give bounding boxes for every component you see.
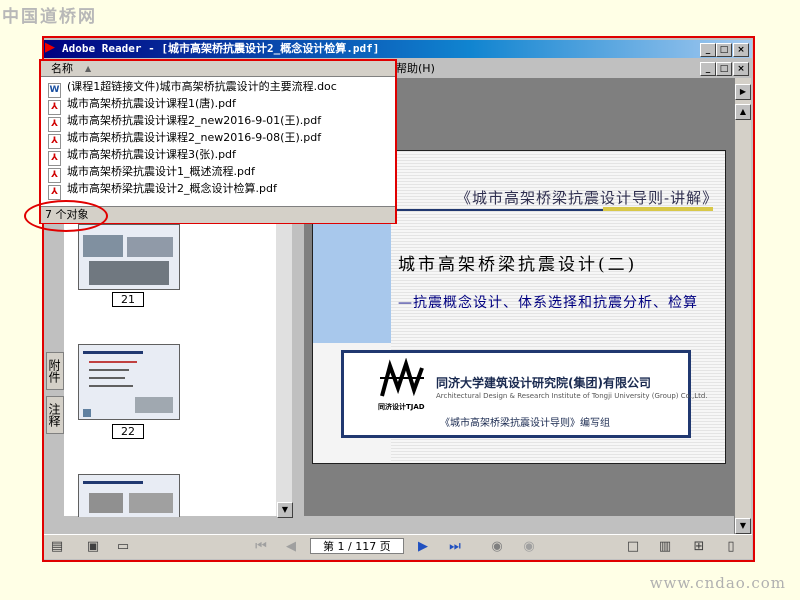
menu-help[interactable]: 帮助(H) bbox=[396, 61, 435, 77]
thumbnail-page-number: 21 bbox=[112, 292, 144, 307]
screen-icon[interactable]: ▣ bbox=[84, 538, 102, 556]
file-name: 城市高架桥抗震设计课程2_new2016-9-01(王).pdf bbox=[67, 114, 322, 127]
file-name: 城市高架桥抗震设计课程1(唐).pdf bbox=[67, 97, 236, 110]
facing-icon[interactable]: ⊞ bbox=[690, 538, 708, 556]
file-item[interactable]: ⅄ 城市高架桥抗震设计课程2_new2016-9-01(王).pdf bbox=[48, 112, 322, 132]
watermark-top: 中国道桥网 bbox=[2, 7, 97, 27]
document-scrollbar[interactable] bbox=[734, 78, 751, 534]
continuous-icon[interactable]: ▥ bbox=[656, 538, 674, 556]
toolbar-expand-icon[interactable]: ▶ bbox=[735, 84, 751, 100]
file-name: (课程1超链接文件)城市高架桥抗震设计的主要流程.doc bbox=[67, 80, 337, 93]
file-name: 城市高架桥抗震设计课程3(张).pdf bbox=[67, 148, 236, 161]
thumbnail-page-22[interactable] bbox=[78, 344, 180, 420]
file-item[interactable]: W (课程1超链接文件)城市高架桥抗震设计的主要流程.doc bbox=[48, 78, 337, 98]
go-back-icon[interactable]: ◉ bbox=[488, 538, 506, 556]
highlight-ellipse bbox=[24, 200, 108, 232]
window-title: Adobe Reader - [城市高架桥抗震设计2_概念设计检算.pdf] bbox=[62, 42, 380, 55]
tab-attachments[interactable]: 附件 bbox=[46, 352, 64, 390]
sort-ascending-icon: ▲ bbox=[85, 64, 92, 73]
tab-comments[interactable]: 注释 bbox=[46, 396, 64, 434]
page-icon[interactable]: ▭ bbox=[114, 538, 132, 556]
file-name: 城市高架桥梁抗震设计1_概述流程.pdf bbox=[67, 165, 255, 178]
compiler-line: 《城市高架桥梁抗震设计导则》编写组 bbox=[440, 418, 610, 429]
column-name-header[interactable]: 名称 bbox=[51, 61, 73, 76]
thumbnail-scrollbar[interactable] bbox=[276, 210, 292, 516]
thumbnail-page-23[interactable] bbox=[78, 474, 180, 517]
thumbnail-page-21[interactable] bbox=[78, 224, 180, 290]
book-icon[interactable]: ▤ bbox=[48, 538, 66, 556]
file-list-header[interactable]: 名称 ▲ bbox=[41, 61, 395, 77]
previous-page-icon[interactable]: ◀ bbox=[282, 538, 300, 556]
last-page-icon[interactable]: ⏭ bbox=[446, 538, 464, 556]
next-page-icon[interactable]: ▶ bbox=[414, 538, 432, 556]
doc-minimize-button[interactable]: _ bbox=[700, 62, 716, 76]
thumb-scroll-down-icon[interactable]: ▼ bbox=[277, 502, 293, 518]
file-item[interactable]: ⅄ 城市高架桥梁抗震设计2_概念设计检算.pdf bbox=[48, 180, 277, 200]
tjad-logo-icon bbox=[376, 358, 428, 400]
page-number-input[interactable]: 第 1 / 117 页 bbox=[310, 538, 404, 554]
scroll-up-icon[interactable]: ▲ bbox=[735, 104, 751, 120]
slide-heading: 城市高架桥梁抗震设计(二) bbox=[398, 255, 638, 275]
go-forward-icon[interactable]: ◉ bbox=[520, 538, 538, 556]
minimize-button[interactable]: _ bbox=[700, 43, 716, 57]
close-button[interactable]: × bbox=[733, 43, 749, 57]
continuous-facing-icon[interactable]: ▯ bbox=[722, 538, 740, 556]
single-page-icon[interactable]: □ bbox=[624, 538, 642, 556]
thumbnail-page-number: 22 bbox=[112, 424, 144, 439]
file-name: 城市高架桥梁抗震设计2_概念设计检算.pdf bbox=[67, 182, 277, 195]
scroll-down-icon[interactable]: ▼ bbox=[735, 518, 751, 534]
file-item[interactable]: ⅄ 城市高架桥梁抗震设计1_概述流程.pdf bbox=[48, 163, 255, 183]
slide-subheading: —抗震概念设计、体系选择和抗震分析、检算 bbox=[398, 295, 698, 311]
slide-guide-title: 《城市高架桥梁抗震设计导则-讲解》 bbox=[456, 189, 719, 207]
org-name: 同济大学建筑设计研究院(集团)有限公司 bbox=[436, 376, 651, 390]
file-item[interactable]: ⅄ 城市高架桥抗震设计课程1(唐).pdf bbox=[48, 95, 236, 115]
file-item[interactable]: ⅄ 城市高架桥抗震设计课程3(张).pdf bbox=[48, 146, 236, 166]
file-name: 城市高架桥抗震设计课程2_new2016-9-08(王).pdf bbox=[67, 131, 322, 144]
file-item[interactable]: ⅄ 城市高架桥抗震设计课程2_new2016-9-08(王).pdf bbox=[48, 129, 322, 149]
logo-caption: 同济设计TJAD bbox=[378, 403, 425, 411]
first-page-icon[interactable]: ⏮ bbox=[252, 538, 270, 556]
pdf-file-icon: ⅄ bbox=[48, 185, 61, 200]
doc-close-button[interactable]: × bbox=[733, 62, 749, 76]
org-name-en: Architectural Design & Research Institut… bbox=[436, 392, 708, 400]
maximize-button[interactable]: □ bbox=[716, 43, 732, 57]
acrobat-icon: ▶ bbox=[45, 40, 55, 55]
doc-restore-button[interactable]: □ bbox=[716, 62, 732, 76]
watermark-bottom: www.cndao.com bbox=[649, 574, 786, 592]
